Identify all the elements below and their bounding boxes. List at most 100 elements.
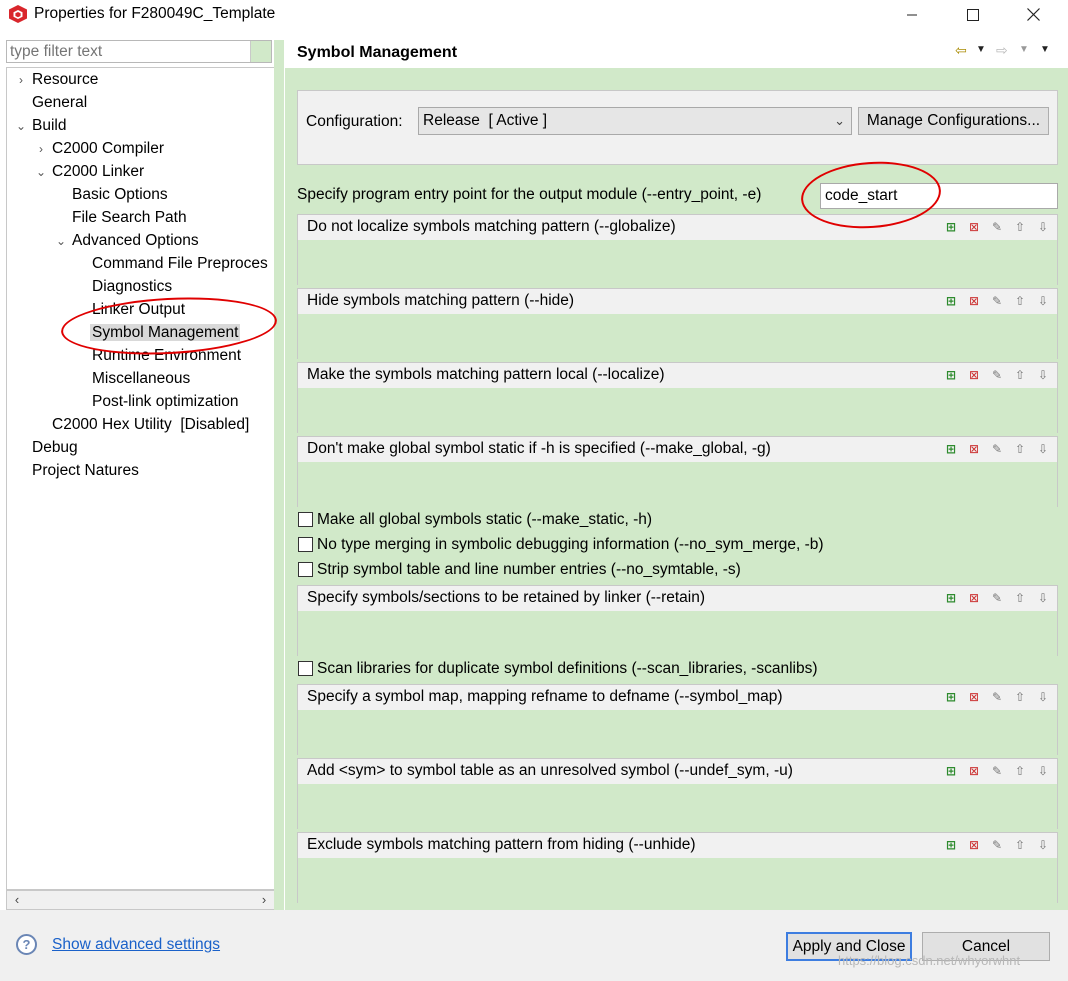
edit-icon[interactable]: ✎ [989,441,1005,457]
move-down-icon[interactable]: ⇩ [1035,837,1051,853]
maximize-button[interactable] [950,0,996,29]
move-up-icon[interactable]: ⇧ [1012,689,1028,705]
move-down-icon[interactable]: ⇩ [1035,367,1051,383]
move-down-icon[interactable]: ⇩ [1035,590,1051,606]
add-icon[interactable]: ⊞ [943,367,959,383]
move-up-icon[interactable]: ⇧ [1012,837,1028,853]
delete-icon[interactable]: ⊠ [966,219,982,235]
back-menu-icon[interactable]: ▼ [976,44,986,55]
edit-icon[interactable]: ✎ [989,689,1005,705]
tree-item-c2000-linker[interactable]: ⌄ C2000 Linker [35,161,144,183]
tree-item-c2000-compiler[interactable]: › C2000 Compiler [35,138,164,160]
edit-icon[interactable]: ✎ [989,367,1005,383]
chevron-down-icon[interactable]: ⌄ [55,230,67,252]
scroll-right-icon[interactable]: › [255,891,273,909]
delete-icon[interactable]: ⊠ [966,837,982,853]
chevron-right-icon[interactable]: › [35,138,47,160]
no-symtable-checkbox[interactable] [298,562,313,577]
make-static-checkbox[interactable] [298,512,313,527]
list-panel-unhide: Exclude symbols matching pattern from hi… [297,832,1058,903]
move-down-icon[interactable]: ⇩ [1035,763,1051,779]
list-body[interactable] [298,314,1057,359]
move-up-icon[interactable]: ⇧ [1012,367,1028,383]
edit-icon[interactable]: ✎ [989,590,1005,606]
tree-item-resource[interactable]: › Resource [15,69,98,91]
tree-item-symbol-management[interactable]: Symbol Management [90,322,241,344]
forward-menu-icon[interactable]: ▼ [1019,44,1029,55]
tree-item-diagnostics[interactable]: Diagnostics [92,276,172,298]
show-advanced-settings-link[interactable]: Show advanced settings [52,936,220,954]
move-up-icon[interactable]: ⇧ [1012,590,1028,606]
tree-item-build[interactable]: ⌄ Build [15,115,67,137]
edit-icon[interactable]: ✎ [989,763,1005,779]
tree-item-basic-options[interactable]: Basic Options [72,184,168,206]
move-up-icon[interactable]: ⇧ [1012,293,1028,309]
move-up-icon[interactable]: ⇧ [1012,441,1028,457]
page-header: Symbol Management ⇦ ▼ ⇨ ▼ ▼ [285,40,1068,68]
list-body[interactable] [298,462,1057,507]
delete-icon[interactable]: ⊠ [966,689,982,705]
no-sym-merge-checkbox[interactable] [298,537,313,552]
tree-item-label: Linker Output [92,301,186,318]
tree-horizontal-scrollbar[interactable]: ‹ › [6,890,274,910]
view-menu-icon[interactable]: ▼ [1040,44,1050,55]
list-body[interactable] [298,858,1057,903]
move-down-icon[interactable]: ⇩ [1035,689,1051,705]
delete-icon[interactable]: ⊠ [966,590,982,606]
chevron-right-icon[interactable]: › [15,69,27,91]
tree-item-file-search-path[interactable]: File Search Path [72,207,187,229]
list-body[interactable] [298,388,1057,433]
delete-icon[interactable]: ⊠ [966,763,982,779]
tree-item-runtime-environment[interactable]: Runtime Environment [92,345,241,367]
tree-item-post-link-optimization[interactable]: Post-link optimization [92,391,238,413]
filter-input[interactable] [7,41,251,62]
tree-item-command-file-preprocessing[interactable]: Command File Preproces [92,253,268,275]
move-down-icon[interactable]: ⇩ [1035,441,1051,457]
edit-icon[interactable]: ✎ [989,837,1005,853]
scrollbar-thumb[interactable] [27,894,255,906]
add-icon[interactable]: ⊞ [943,763,959,779]
tree-item-debug[interactable]: Debug [32,437,78,459]
entry-point-input[interactable] [820,183,1058,209]
move-up-icon[interactable]: ⇧ [1012,219,1028,235]
configuration-select[interactable]: Release [ Active ] ⌄ [418,107,852,135]
tree-item-c2000-hex-utility[interactable]: C2000 Hex Utility [Disabled] [52,414,249,436]
pane-splitter[interactable] [274,40,284,910]
minimize-button[interactable] [889,0,935,29]
tree-item-project-natures[interactable]: Project Natures [32,460,139,482]
add-icon[interactable]: ⊞ [943,689,959,705]
delete-icon[interactable]: ⊠ [966,441,982,457]
entry-point-label: Specify program entry point for the outp… [297,186,762,203]
list-body[interactable] [298,611,1057,656]
chevron-down-icon[interactable]: ⌄ [15,115,27,137]
help-icon[interactable]: ? [16,934,37,955]
list-body[interactable] [298,240,1057,285]
add-icon[interactable]: ⊞ [943,590,959,606]
close-button[interactable] [1010,0,1056,29]
back-arrow-icon[interactable]: ⇦ [955,42,967,59]
scroll-left-icon[interactable]: ‹ [8,891,26,909]
tree-item-label: Advanced Options [72,232,199,249]
scan-libraries-checkbox[interactable] [298,661,313,676]
manage-configurations-button[interactable]: Manage Configurations... [858,107,1049,135]
list-body[interactable] [298,784,1057,829]
move-down-icon[interactable]: ⇩ [1035,293,1051,309]
add-icon[interactable]: ⊞ [943,293,959,309]
list-panel-localize: Make the symbols matching pattern local … [297,362,1058,433]
delete-icon[interactable]: ⊠ [966,367,982,383]
chevron-down-icon[interactable]: ⌄ [35,161,47,183]
list-body[interactable] [298,710,1057,755]
edit-icon[interactable]: ✎ [989,293,1005,309]
forward-arrow-icon[interactable]: ⇨ [996,42,1008,59]
edit-icon[interactable]: ✎ [989,219,1005,235]
tree-item-linker-output[interactable]: Linker Output [92,299,185,321]
add-icon[interactable]: ⊞ [943,219,959,235]
tree-item-miscellaneous[interactable]: Miscellaneous [92,368,190,390]
add-icon[interactable]: ⊞ [943,441,959,457]
tree-item-general[interactable]: General [32,92,87,114]
move-down-icon[interactable]: ⇩ [1035,219,1051,235]
delete-icon[interactable]: ⊠ [966,293,982,309]
move-up-icon[interactable]: ⇧ [1012,763,1028,779]
tree-item-advanced-options[interactable]: ⌄ Advanced Options [55,230,199,252]
add-icon[interactable]: ⊞ [943,837,959,853]
